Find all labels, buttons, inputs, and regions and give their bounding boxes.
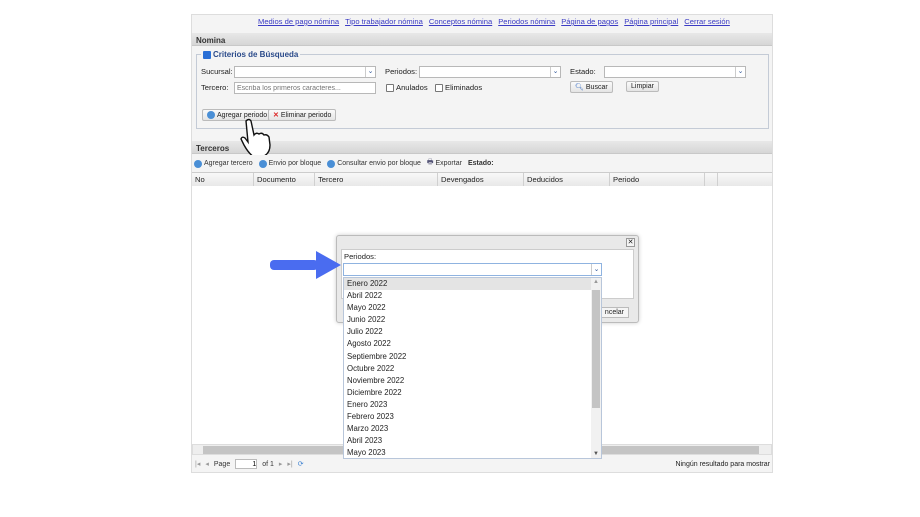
nav-periodos[interactable]: Periodos nómina: [498, 17, 555, 26]
periodos-label: Periodos:: [385, 67, 418, 76]
periodos-select[interactable]: ⌄: [419, 66, 561, 78]
nav-tipo-trabajador[interactable]: Tipo trabajador nómina: [345, 17, 423, 26]
anulados-checkbox[interactable]: Anulados: [386, 83, 428, 92]
paging-status: Ningún resultado para mostrar: [675, 461, 770, 468]
periodo-option[interactable]: Marzo 2023: [344, 423, 591, 435]
pager: |◂ ◂ Page of 1 ▸ ▸| ⟳: [195, 459, 304, 469]
arrow-annotation-icon: [270, 251, 341, 279]
col-documento[interactable]: Documento: [254, 173, 315, 186]
col-deducidos[interactable]: Deducidos: [524, 173, 610, 186]
x-icon: ✕: [273, 112, 279, 119]
periodo-option[interactable]: Julio 2022: [344, 326, 591, 338]
plus-circle-icon: [194, 159, 202, 168]
periodo-option[interactable]: Abril 2023: [344, 435, 591, 447]
search-icon: 🔍︎: [575, 84, 584, 91]
chevron-down-icon: ⌄: [550, 67, 560, 77]
nav-pagina-pagos[interactable]: Página de pagos: [561, 17, 618, 26]
dropdown-scrollbar[interactable]: ▲ ▼: [591, 278, 601, 458]
periodo-option[interactable]: Octubre 2022: [344, 363, 591, 375]
hand-cursor-icon: [240, 118, 271, 155]
estado-select[interactable]: ⌄: [604, 66, 746, 78]
page-count: of 1: [262, 460, 274, 468]
criteria-checkbox[interactable]: [203, 50, 211, 59]
col-devengados[interactable]: Devengados: [438, 173, 524, 186]
col-periodo[interactable]: Periodo: [610, 173, 705, 186]
tercero-input[interactable]: [234, 82, 376, 94]
periodo-option[interactable]: Enero 2022: [344, 278, 591, 291]
sucursal-select[interactable]: ⌄: [234, 66, 376, 78]
nav-cerrar-sesion[interactable]: Cerrar sesión: [684, 17, 730, 26]
prev-page-icon[interactable]: ◂: [205, 460, 209, 468]
buscar-button[interactable]: 🔍︎ Buscar: [570, 81, 613, 93]
nomina-header: Nomina: [192, 33, 772, 46]
nav-conceptos[interactable]: Conceptos nómina: [429, 17, 492, 26]
dialog-periodos-label: Periodos:: [344, 252, 377, 261]
page-label: Page: [213, 460, 231, 468]
periodo-option[interactable]: Noviembre 2022: [344, 375, 591, 387]
chevron-down-icon: ⌄: [591, 264, 601, 275]
eliminados-checkbox[interactable]: Eliminados: [435, 83, 482, 92]
nav-pagina-principal[interactable]: Página principal: [624, 17, 678, 26]
next-page-icon[interactable]: ▸: [279, 460, 283, 468]
grid-header: No Documento Tercero Devengados Deducido…: [192, 172, 772, 187]
nav-medios-pago[interactable]: Medios de pago nómina: [258, 17, 339, 26]
tercero-label: Tercero:: [201, 83, 229, 92]
terceros-header: Terceros: [192, 141, 772, 154]
limpiar-button[interactable]: Limpiar: [626, 81, 659, 92]
cancelar-button[interactable]: ncelar: [599, 307, 629, 318]
estado-label: Estado:: [570, 67, 596, 76]
first-page-icon[interactable]: |◂: [195, 460, 200, 468]
periodo-option[interactable]: Febrero 2023: [344, 411, 591, 423]
chevron-down-icon: ⌄: [365, 67, 375, 77]
printer-icon: 🖶: [426, 159, 434, 166]
agregar-tercero-button[interactable]: Agregar tercero: [194, 158, 253, 169]
sucursal-label: Sucursal:: [201, 67, 233, 76]
periodo-option[interactable]: Mayo 2023: [344, 447, 591, 459]
periodo-option[interactable]: Enero 2023: [344, 399, 591, 411]
criteria-title: Criterios de Búsqueda: [213, 50, 299, 59]
send-icon: [258, 159, 267, 168]
plus-circle-icon: [207, 111, 215, 119]
exportar-button[interactable]: 🖶 Exportar: [427, 158, 462, 169]
periodo-option[interactable]: Septiembre 2022: [344, 351, 591, 363]
page-input[interactable]: [235, 459, 258, 469]
consultar-envio-button[interactable]: Consultar envio por bloque: [327, 158, 421, 169]
last-page-icon[interactable]: ▸|: [287, 460, 292, 468]
eliminar-periodo-button[interactable]: ✕ Eliminar periodo: [268, 109, 337, 121]
close-icon[interactable]: ✕: [626, 238, 635, 247]
periodo-option[interactable]: Junio 2022: [344, 314, 591, 326]
envio-bloque-button[interactable]: Envio por bloque: [258, 158, 321, 169]
dialog-periodos-select[interactable]: ⌄: [343, 263, 602, 276]
query-icon: [327, 159, 336, 168]
col-no[interactable]: No: [192, 173, 254, 186]
periodo-option[interactable]: Diciembre 2022: [344, 387, 591, 399]
chevron-down-icon: ⌄: [735, 67, 745, 77]
periodo-option[interactable]: Abril 2022: [344, 290, 591, 302]
terceros-toolbar: Agregar tercero Envio por bloque Consult…: [194, 158, 494, 169]
col-tercero[interactable]: Tercero: [315, 173, 438, 186]
periodo-option[interactable]: Agosto 2022: [344, 338, 591, 350]
periodos-dropdown-list: Enero 2022 Abril 2022 Mayo 2022 Junio 2022 J…: [343, 277, 602, 459]
refresh-icon[interactable]: ⟳: [298, 460, 304, 468]
criteria-toggle[interactable]: Criterios de Búsqueda: [201, 50, 301, 59]
estado-text: Estado:: [467, 160, 494, 167]
top-nav: Medios de pago nómina Tipo trabajador nó…: [258, 17, 730, 26]
periodo-option[interactable]: Mayo 2022: [344, 302, 591, 314]
